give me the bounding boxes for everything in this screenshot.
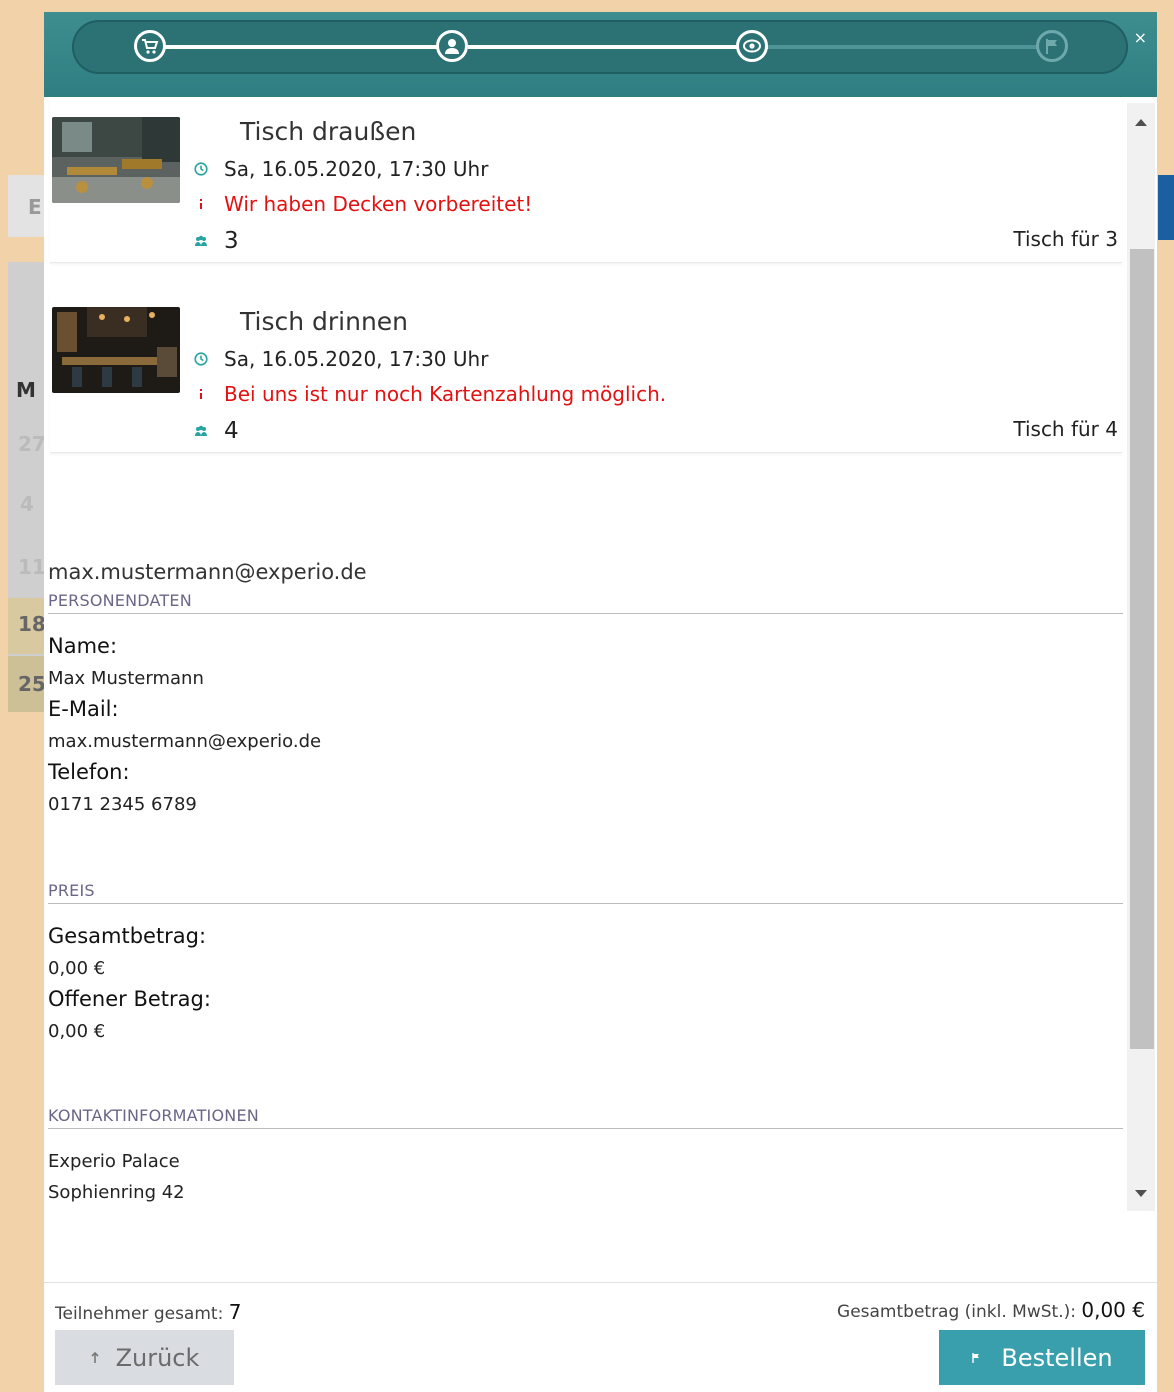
booking-item: Tisch drinnen Sa, 16.05.2020, 17:30 Uhr …	[50, 287, 1122, 453]
checkout-modal: × Tisch draußen Sa, 16.05.2020, 17:30 Uh…	[44, 12, 1157, 1392]
step-connector	[768, 45, 1048, 49]
modal-header: ×	[44, 12, 1157, 97]
customer-email-header: max.mustermann@experio.de	[48, 560, 367, 584]
phone-value: 0171 2345 6789	[48, 794, 197, 815]
user-icon	[445, 39, 459, 54]
total-summary: Gesamtbetrag (inkl. MwSt.): 0,00 €	[837, 1298, 1145, 1322]
contact-section: KONTAKTINFORMATIONEN Experio Palace Soph…	[48, 1106, 1123, 1203]
booking-item: Tisch draußen Sa, 16.05.2020, 17:30 Uhr …	[50, 97, 1122, 263]
scroll-down-arrow[interactable]	[1135, 1190, 1147, 1197]
modal-content: Tisch draußen Sa, 16.05.2020, 17:30 Uhr …	[44, 97, 1157, 1282]
clock-icon	[194, 162, 208, 176]
back-button-label: Zurück	[115, 1343, 200, 1372]
flag-icon	[1046, 39, 1057, 54]
cart-icon	[142, 39, 159, 54]
participants-label: Teilnehmer gesamt:	[55, 1304, 224, 1324]
back-arrow-icon	[91, 1351, 99, 1363]
section-title: KONTAKTINFORMATIONEN	[48, 1106, 1123, 1129]
price-section: PREIS Gesamtbetrag: 0,00 € Offener Betra…	[48, 881, 1123, 1042]
info-icon	[200, 199, 202, 209]
table-size-label: Tisch für 4	[1013, 417, 1118, 441]
modal-footer: Teilnehmer gesamt: 7 Gesamtbetrag (inkl.…	[44, 1282, 1157, 1392]
item-datetime: Sa, 16.05.2020, 17:30 Uhr	[194, 347, 488, 371]
section-title: PREIS	[48, 881, 1123, 904]
item-persons: 3	[194, 228, 239, 254]
scroll-up-arrow[interactable]	[1135, 119, 1147, 126]
item-persons: 4	[194, 418, 239, 444]
participants-value: 7	[228, 1300, 242, 1324]
email-label: E-Mail:	[48, 697, 119, 721]
contact-line: Experio Palace	[48, 1151, 180, 1172]
participants-summary: Teilnehmer gesamt: 7	[55, 1300, 241, 1324]
outdoor-table-image	[52, 117, 180, 203]
close-button[interactable]: ×	[1134, 28, 1147, 47]
phone-label: Telefon:	[48, 760, 130, 784]
item-title: Tisch draußen	[240, 117, 417, 146]
section-title: PERSONENDATEN	[48, 591, 1123, 614]
item-note: Bei uns ist nur noch Kartenzahlung mögli…	[194, 382, 666, 406]
flag-icon	[972, 1352, 980, 1363]
footer-total-value: 0,00 €	[1081, 1298, 1145, 1322]
content-scrollbar[interactable]	[1127, 103, 1155, 1211]
step-review[interactable]	[736, 30, 768, 62]
total-amount-label: Gesamtbetrag:	[48, 924, 207, 948]
background-search-field: E	[8, 175, 48, 237]
total-amount-value: 0,00 €	[48, 958, 106, 979]
eye-icon	[743, 39, 761, 53]
step-personal-data[interactable]	[436, 30, 468, 62]
open-amount-label: Offener Betrag:	[48, 987, 211, 1011]
order-button[interactable]: Bestellen	[939, 1330, 1145, 1385]
progress-stepper	[72, 20, 1128, 74]
step-connector	[468, 45, 768, 49]
email-value: max.mustermann@experio.de	[48, 731, 322, 752]
group-icon	[195, 235, 207, 246]
name-label: Name:	[48, 634, 118, 658]
personal-data-section: PERSONENDATEN Name: Max Mustermann E-Mai…	[48, 591, 1123, 815]
open-amount-value: 0,00 €	[48, 1021, 106, 1042]
indoor-table-image	[52, 307, 180, 393]
footer-total-label: Gesamtbetrag (inkl. MwSt.):	[837, 1302, 1076, 1322]
step-connector	[142, 45, 442, 49]
item-datetime: Sa, 16.05.2020, 17:30 Uhr	[194, 157, 488, 181]
clock-icon	[194, 352, 208, 366]
background-button	[1158, 175, 1174, 240]
item-title: Tisch drinnen	[240, 307, 409, 336]
name-value: Max Mustermann	[48, 668, 204, 689]
back-button[interactable]: Zurück	[55, 1330, 234, 1385]
step-cart[interactable]	[134, 30, 166, 62]
step-finish[interactable]	[1036, 30, 1068, 62]
item-note: Wir haben Decken vorbereitet!	[194, 192, 532, 216]
contact-line: Sophienring 42	[48, 1182, 185, 1203]
order-button-label: Bestellen	[1001, 1343, 1113, 1372]
info-icon	[200, 389, 202, 399]
group-icon	[195, 425, 207, 436]
table-size-label: Tisch für 3	[1013, 227, 1118, 251]
scrollbar-thumb[interactable]	[1130, 249, 1154, 1049]
